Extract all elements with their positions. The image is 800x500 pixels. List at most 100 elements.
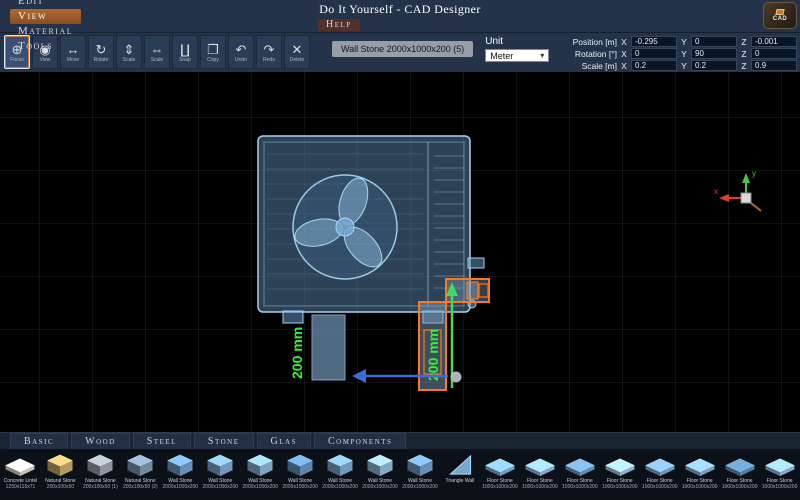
material-tabs: BasicWoodSteelStoneGlasComponents — [0, 432, 800, 449]
material-size: 2000x1000x200 — [362, 484, 398, 490]
logo-text: CAD — [773, 16, 788, 22]
palette-item-floor-stone[interactable]: Floor Stone1000x1000x200 — [560, 451, 599, 500]
scale-button[interactable]: ⇔Scale — [144, 35, 170, 69]
palette-item-floor-stone[interactable]: Floor Stone1000x1000x200 — [640, 451, 679, 500]
tool-label: Scale — [151, 58, 164, 63]
undo-icon: ↶ — [236, 42, 247, 57]
material-name: Triangle Wall — [446, 478, 475, 484]
unit-select[interactable]: Meter ▾ — [485, 49, 549, 62]
tab-basic[interactable]: Basic — [10, 433, 68, 449]
position-row: Position [m] X Y Z — [555, 36, 797, 47]
material-size: 1000x1000x200 — [642, 484, 678, 490]
dimension-label-selected: 200 mm — [425, 329, 441, 381]
palette-item-natural-stone[interactable]: Natural Stone200x100x50 (2) — [121, 451, 160, 500]
material-thumbnail — [83, 451, 117, 478]
rotation-y-input[interactable] — [691, 48, 737, 59]
material-thumbnail — [163, 451, 197, 478]
material-thumbnail — [403, 451, 437, 478]
redo-icon: ↷ — [264, 42, 275, 57]
material-size: 1000x1000x200 — [722, 484, 758, 490]
menu-item-view[interactable]: View — [10, 9, 81, 24]
palette-item-natural-stone[interactable]: Natural Stone200x100x50 — [41, 451, 80, 500]
position-label: Position [m] — [555, 37, 617, 47]
tab-stone[interactable]: Stone — [194, 433, 254, 449]
material-thumbnail — [3, 451, 37, 478]
palette-item-triangle-wall[interactable]: Triangle Wall — [440, 451, 479, 500]
material-thumbnail — [523, 451, 557, 478]
wall-stone-block-left[interactable] — [312, 315, 345, 380]
palette-item-wall-stone[interactable]: Wall Stone2000x1000x200 — [321, 451, 360, 500]
gizmo-handle[interactable] — [451, 372, 462, 383]
palette-item-floor-stone[interactable]: Floor Stone1000x1000x200 — [720, 451, 759, 500]
palette-item-floor-stone[interactable]: Floor Stone1000x1000x200 — [680, 451, 719, 500]
palette-item-wall-stone[interactable]: Wall Stone2000x1000x200 — [161, 451, 200, 500]
rotation-z-input[interactable] — [751, 48, 797, 59]
scale-x-input[interactable] — [631, 60, 677, 71]
copy-button[interactable]: ❐Copy — [200, 35, 226, 69]
scale-y-input[interactable] — [691, 60, 737, 71]
palette-item-floor-stone[interactable]: Floor Stone1000x1000x200 — [480, 451, 519, 500]
menu-item-edit[interactable]: Edit — [10, 0, 81, 9]
rotate-button[interactable]: ↻Rotate — [88, 35, 114, 69]
palette-item-floor-stone[interactable]: Floor Stone1000x1000x200 — [520, 451, 559, 500]
tab-steel[interactable]: Steel — [133, 433, 191, 449]
palette-item-wall-stone[interactable]: Wall Stone2000x1000x200 — [281, 451, 320, 500]
delete-button[interactable]: ✕Delete — [284, 35, 310, 69]
position-z-input[interactable] — [751, 36, 797, 47]
material-thumbnail — [323, 451, 357, 478]
tool-label: View — [40, 58, 51, 63]
material-size: 2000x1000x200 — [282, 484, 318, 490]
material-thumbnail — [643, 451, 677, 478]
palette-item-concrete-lintel[interactable]: Concrete Lintel1250x115x71 — [1, 451, 40, 500]
snap-button[interactable]: ∐Snap — [172, 35, 198, 69]
app-logo: CAD — [763, 2, 797, 29]
rotation-x-input[interactable] — [631, 48, 677, 59]
palette-item-wall-stone[interactable]: Wall Stone2000x1000x200 — [201, 451, 240, 500]
material-size: 200x100x50 (2) — [123, 484, 158, 490]
palette-item-natural-stone[interactable]: Natural Stone200x100x50 (1) — [81, 451, 120, 500]
transform-axis-z: Z — [740, 49, 748, 59]
palette-item-floor-stone[interactable]: Floor Stone1000x1000x200 — [600, 451, 639, 500]
material-size: 1000x1000x200 — [562, 484, 598, 490]
tab-glas[interactable]: Glas — [257, 433, 311, 449]
material-thumbnail — [123, 451, 157, 478]
viewport-3d[interactable]: 200 mm 200 mm — [0, 72, 800, 432]
material-size: 200x100x50 (1) — [83, 484, 118, 490]
unit-label: Unit — [485, 36, 549, 47]
tab-wood[interactable]: Wood — [71, 433, 130, 449]
material-thumbnail — [603, 451, 637, 478]
palette-item-wall-stone[interactable]: Wall Stone2000x1000x200 — [401, 451, 440, 500]
selection-label: Wall Stone 2000x1000x200 (5) — [332, 41, 473, 57]
scale-button[interactable]: ⇕Scale — [116, 35, 142, 69]
material-thumbnail — [363, 451, 397, 478]
unit-value: Meter — [490, 51, 513, 61]
tool-label: Copy — [207, 58, 219, 63]
palette-item-wall-stone[interactable]: Wall Stone2000x1000x200 — [241, 451, 280, 500]
material-size: 1250x115x71 — [6, 484, 36, 490]
toolbar: ⊕Focus◉View↔Move↻Rotate⇕Scale⇔Scale∐Snap… — [0, 32, 800, 72]
tool-label: Move — [67, 58, 79, 63]
menu-items: HomeFileEditViewMaterialTools — [10, 0, 81, 54]
gizmo-x-arrowhead[interactable] — [352, 369, 366, 383]
palette-item-wall-stone[interactable]: Wall Stone2000x1000x200 — [361, 451, 400, 500]
tab-components[interactable]: Components — [314, 433, 406, 449]
palette-item-floor-stone[interactable]: Floor Stone1000x1000x200 — [760, 451, 799, 500]
copy-icon: ❐ — [207, 42, 219, 57]
scale-uniform-icon: ⇔ — [151, 42, 164, 57]
rotate-icon: ↻ — [96, 42, 107, 57]
position-y-input[interactable] — [691, 36, 737, 47]
undo-button[interactable]: ↶Undo — [228, 35, 254, 69]
scale-z-input[interactable] — [751, 60, 797, 71]
position-x-input[interactable] — [631, 36, 677, 47]
material-thumbnail — [763, 451, 797, 478]
scale-label: Scale [m] — [555, 61, 617, 71]
material-size: 2000x1000x200 — [242, 484, 278, 490]
menu-item-material[interactable]: Material — [10, 24, 81, 39]
menu-item-help[interactable]: Help — [318, 19, 360, 31]
axis-x-indicator-label: x — [714, 187, 718, 196]
redo-button[interactable]: ↷Redo — [256, 35, 282, 69]
material-thumbnail — [443, 451, 477, 478]
menu-item-tools[interactable]: Tools — [10, 39, 81, 54]
material-size: 2000x1000x200 — [202, 484, 238, 490]
transform-panel: Position [m] X Y Z Rotation [°] X Y Z Sc… — [555, 36, 797, 71]
